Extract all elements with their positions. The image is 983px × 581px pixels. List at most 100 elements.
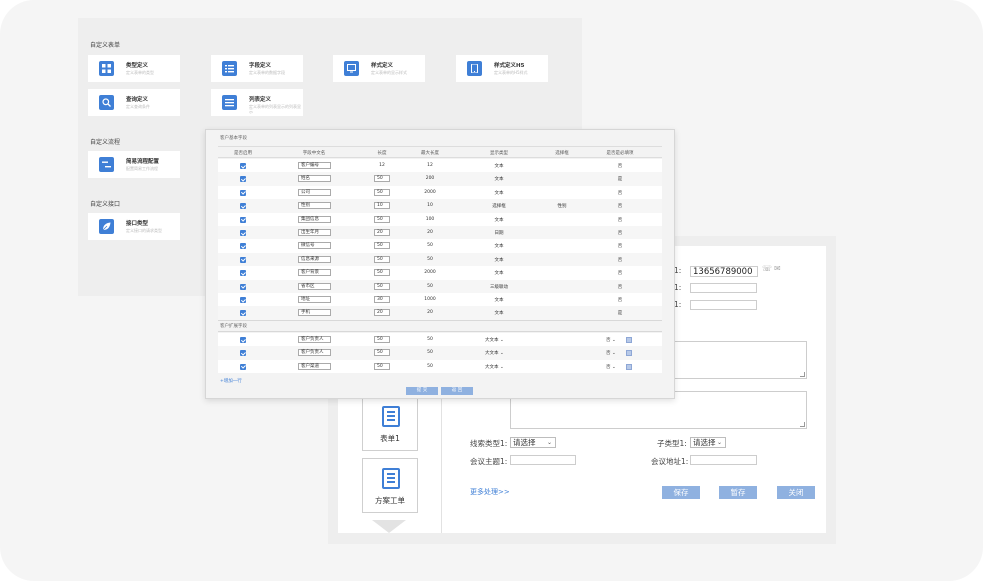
length-input[interactable]: 20 [374,229,390,236]
length-input[interactable]: 10 [374,202,390,210]
monitor-icon [344,61,359,76]
field-name-input[interactable]: 姓名 [298,175,331,183]
field-name-input[interactable]: 地址 [298,296,331,303]
required-select[interactable]: 否 ⌄ [606,364,616,370]
enabled-checkbox[interactable] [240,337,246,343]
card-query-definition[interactable]: 查询定义 定义查询条件 [88,89,180,116]
field-name-input[interactable]: 客户负责人 [298,349,331,357]
enabled-checkbox[interactable] [240,189,246,196]
delete-row-icon[interactable] [626,350,632,357]
display-type-select[interactable]: 大文本 ⌄ [485,350,504,356]
length-input[interactable]: 30 [374,296,390,303]
length-input[interactable]: 50 [374,175,390,183]
card-type-definition[interactable]: 类型定义 定义表单的类型 [88,55,180,82]
meeting-address-label: 会议地址1: [651,457,689,466]
field-name-input[interactable]: 省市区 [298,282,331,290]
display-type-select[interactable]: 大文本 ⌄ [485,364,504,370]
enabled-checkbox[interactable] [240,350,246,357]
field-name-input[interactable]: 性别 [298,202,331,210]
draft-button[interactable]: 暂存 [719,486,757,499]
length-input[interactable]: 50 [374,269,390,277]
field-name-input[interactable]: 客户渠道 [298,362,331,370]
enabled-checkbox[interactable] [240,176,246,183]
field-name-input[interactable]: 手机 [298,309,331,317]
length-input[interactable]: 50 [374,242,390,250]
phone-value: 13656789000 [693,267,753,277]
enabled-checkbox[interactable] [240,230,246,236]
length-input[interactable]: 50 [374,188,390,196]
field-name-input[interactable]: 微信号 [298,242,331,250]
meeting-topic-label: 会议主题1: [470,457,508,466]
card-style-definition-h5[interactable]: 样式定义H5 定义表单的H5样式 [456,55,548,82]
required-select[interactable]: 否 ⌄ [606,350,616,356]
enabled-checkbox[interactable] [240,297,246,303]
workflow-item-proposal[interactable]: 方案工单 [362,458,418,513]
length-input[interactable]: 50 [374,282,390,290]
length-input[interactable]: 50 [374,362,390,370]
chevron-down-icon: ⌄ [499,351,504,357]
enabled-checkbox[interactable] [240,243,246,250]
delete-row-icon[interactable] [626,337,632,343]
field-name-input[interactable]: 集团信息 [298,215,331,223]
sms-icon[interactable]: ✉ [774,264,781,273]
length-input[interactable]: 50 [374,215,390,223]
enabled-checkbox[interactable] [240,216,246,223]
field-name-input[interactable]: 客户编号 [298,162,331,169]
chevron-down-icon: ⌄ [716,439,722,446]
textarea-1[interactable] [666,341,807,379]
enabled-checkbox[interactable] [240,203,246,210]
display-type-value: 大文本 [485,351,499,357]
lead-type-select[interactable]: 请选择 ⌄ [510,437,556,448]
back-button[interactable]: 返 回 [441,387,473,395]
field-name-input[interactable]: 客户负责人 [298,336,331,343]
field-name-input[interactable]: 客户背景 [298,269,331,277]
more-actions-link[interactable]: 更多处理>> [470,487,510,497]
field-name-input[interactable]: 公司 [298,188,331,196]
max-length-value: 50 [427,283,433,289]
required-value: 否 [606,364,611,370]
required-select[interactable]: 否 ⌄ [606,337,616,343]
close-button[interactable]: 关闭 [777,486,815,499]
col-header: 显示类型 [490,151,508,156]
field3-input[interactable] [690,300,757,310]
card-field-definition[interactable]: 字段定义 定义表单的数据字段 [211,55,303,82]
scroll-down-arrow[interactable] [372,520,406,533]
field2-input[interactable] [690,283,757,293]
meeting-address-input[interactable] [690,455,757,465]
length-input[interactable]: 50 [374,349,390,357]
length-input[interactable]: 50 [374,336,390,343]
phone-call-icon[interactable]: ☏ [762,264,772,273]
enabled-checkbox[interactable] [240,283,246,290]
meeting-topic-input[interactable] [510,455,576,465]
length-input[interactable]: 50 [374,255,390,263]
card-desc: 定义接口的请求类型 [126,228,162,233]
card-simple-flow-config[interactable]: 简易流程配置 配置简易工作流程 [88,151,180,178]
table-row: 地址 30 1000 文本 否 [218,293,662,307]
display-type-value: 文本 [494,177,504,183]
display-type-select[interactable]: 大文本 ⌄ [485,337,504,343]
sub-type-select[interactable]: 请选择 ⌄ [690,437,726,448]
required-value: 否 [617,271,623,277]
delete-row-icon[interactable] [626,363,632,370]
enabled-checkbox[interactable] [240,363,246,370]
required-value: 否 [617,164,623,169]
submit-button[interactable]: 提 交 [406,387,438,395]
card-list-definition[interactable]: 列表定义 定义表单的列表显示的列表显示 [211,89,303,116]
card-desc: 定义表单的列表显示的列表显示 [249,104,301,114]
card-style-definition[interactable]: 样式定义 定义表单的显示样式 [333,55,425,82]
workflow-item-form1[interactable]: 表单1 [362,396,418,451]
field-name-input[interactable]: 出生年月 [298,229,331,236]
field-name-input[interactable]: 信息来源 [298,255,331,263]
card-title: 样式定义 [371,63,394,69]
card-api-type[interactable]: 接口类型 定义接口的请求类型 [88,213,180,240]
sub-type-label: 子类型1: [657,439,687,448]
add-row-link[interactable]: +增加一行 [220,378,242,384]
enabled-checkbox[interactable] [240,270,246,277]
table-row: 微信号 50 50 文本 否 [218,239,662,253]
enabled-checkbox[interactable] [240,163,246,169]
enabled-checkbox[interactable] [240,310,246,317]
save-button[interactable]: 保存 [662,486,700,499]
phone-input[interactable]: 13656789000 [690,266,758,277]
length-input[interactable]: 20 [374,309,390,317]
enabled-checkbox[interactable] [240,256,246,263]
